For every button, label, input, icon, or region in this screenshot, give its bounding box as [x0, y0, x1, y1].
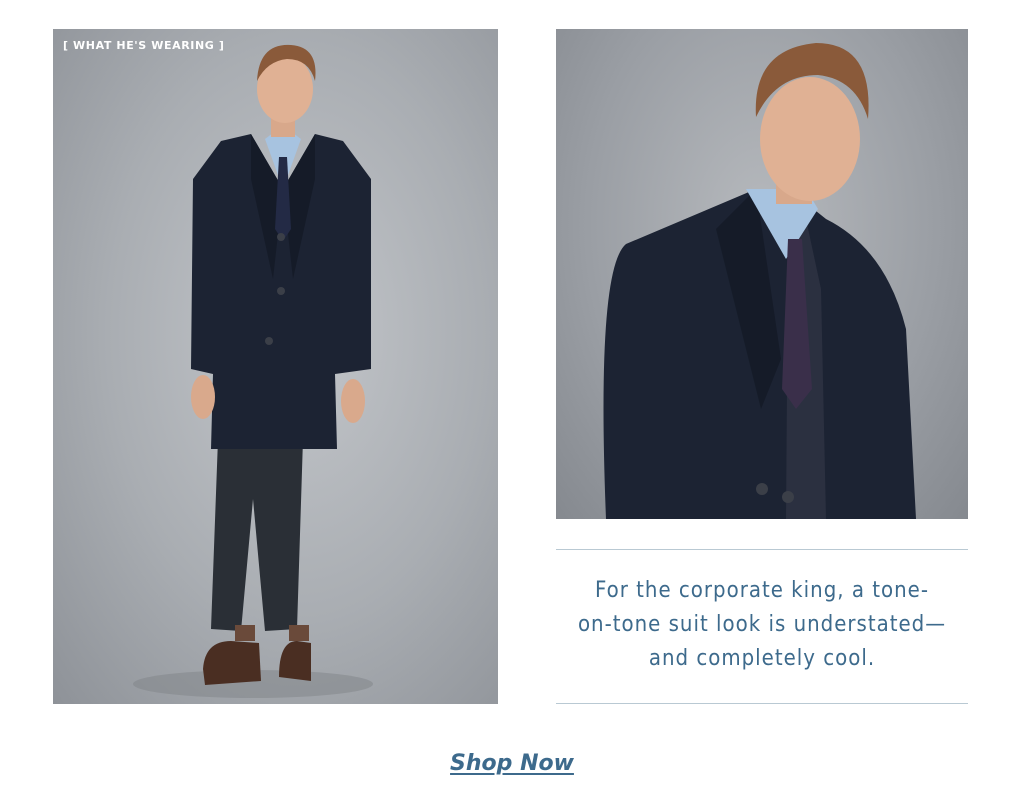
- shop-now-link[interactable]: Shop Now: [0, 751, 1024, 776]
- caption-line: on-tone suit look is understated—: [577, 612, 947, 637]
- model-portrait-photo[interactable]: [556, 29, 968, 519]
- caption-line: and completely cool.: [648, 646, 876, 671]
- caption-bottom-divider: [556, 703, 968, 704]
- caption-text: For the corporate king, a tone- on-tone …: [556, 574, 968, 676]
- caption-line: For the corporate king, a tone-: [595, 578, 929, 603]
- model-full-body-illustration: [133, 44, 373, 698]
- full-length-model-photo[interactable]: [ WHAT HE'S WEARING ]: [53, 29, 498, 704]
- caption-top-divider: [556, 549, 968, 550]
- what-hes-wearing-tag: [ WHAT HE'S WEARING ]: [63, 39, 225, 52]
- model-portrait-illustration: [603, 43, 916, 519]
